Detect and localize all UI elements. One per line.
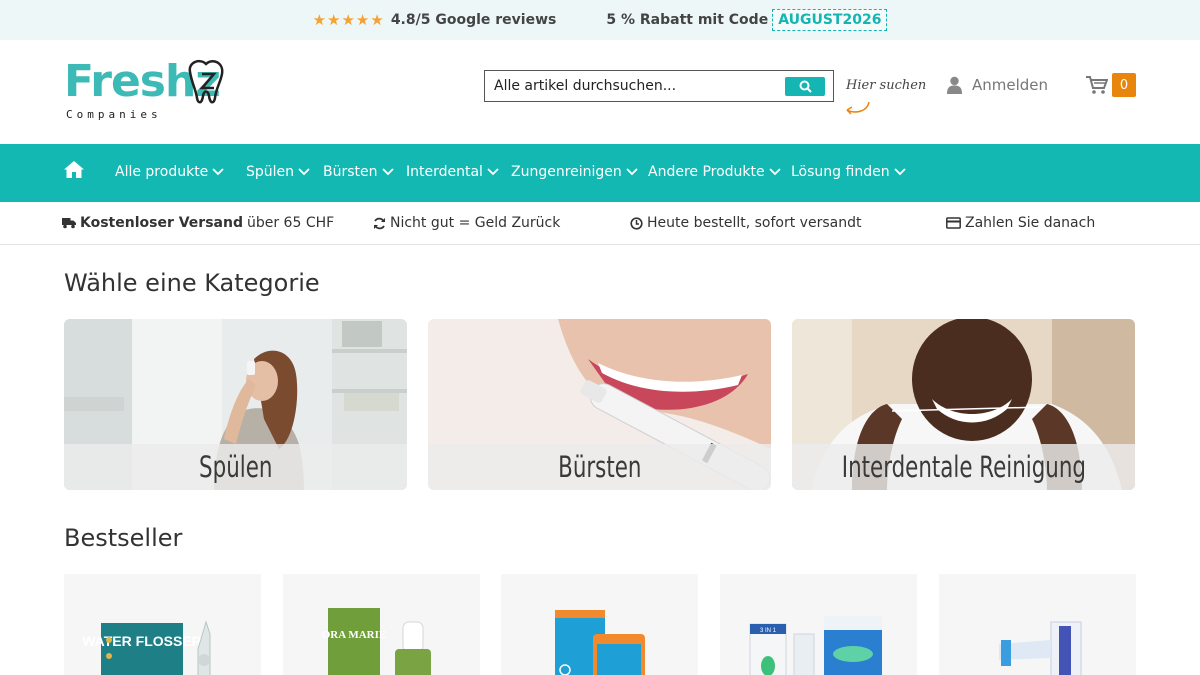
refund-text: Nicht gut = Geld Zurück	[390, 215, 561, 231]
site-header: Freshz Companies Hier suchen Anmelden	[0, 40, 1200, 144]
discount-text: 5 % Rabatt mit Code	[606, 12, 769, 28]
product-pack-text: 3 IN 1	[760, 628, 777, 634]
truck-icon	[62, 218, 76, 229]
refresh-icon	[374, 217, 385, 229]
logo-subtitle: Companies	[66, 108, 162, 121]
category-card-interdentale-reinigung[interactable]: Interdentale Reinigung	[792, 319, 1135, 490]
shipping-rest: über 65 CHF	[246, 215, 335, 231]
product-pack-text: WATER FLOSSER	[82, 633, 202, 649]
product-card-water-flosser[interactable]: WATER FLOSSER	[64, 574, 261, 675]
google-reviews-text[interactable]: 4.8/5 Google reviews	[391, 12, 557, 28]
search-hint: Hier suchen	[846, 78, 927, 93]
product-image: WATER FLOSSER	[82, 620, 211, 675]
product-image	[999, 621, 1082, 675]
chevron-down-icon	[626, 168, 638, 176]
bestseller-heading: Bestseller	[64, 524, 183, 552]
product-card-toothpaste[interactable]	[501, 574, 698, 675]
category-label: Bürsten	[557, 450, 642, 484]
category-card-buersten[interactable]: Bürsten	[428, 319, 771, 490]
product-pack-text: ORA MARIE	[322, 629, 386, 641]
nav-label: Alle produkte	[115, 164, 209, 180]
clock-icon	[630, 216, 643, 230]
category-label: Spülen	[198, 450, 273, 484]
user-icon	[947, 76, 962, 94]
cart-button[interactable]: 0	[1086, 73, 1136, 97]
promo-bar: ★★★★★ 4.8/5 Google reviews 5 % Rabatt mi…	[0, 0, 1200, 40]
chevron-down-icon	[487, 168, 499, 176]
tooth-logo-icon	[188, 60, 224, 104]
home-link[interactable]	[64, 161, 84, 182]
fast-shipping-text: Heute bestellt, sofort versandt	[647, 215, 862, 231]
category-label-band: Bürsten	[428, 444, 771, 490]
search-button[interactable]	[785, 77, 825, 96]
nav-item-alle-produkte[interactable]: Alle produkte	[115, 164, 224, 180]
nav-label: Spülen	[246, 164, 295, 180]
curved-arrow-icon	[846, 101, 870, 115]
usp-fast-shipping: Heute bestellt, sofort versandt	[630, 215, 861, 231]
freshz-logo[interactable]: Freshz Companies	[64, 58, 234, 128]
nav-label: Interdental	[406, 164, 483, 180]
usp-bar: Kostenloser Versand über 65 CHF Nicht gu…	[0, 202, 1200, 245]
chevron-down-icon	[212, 168, 224, 176]
product-card-ora-marie[interactable]: ORA MARIE	[283, 574, 480, 675]
nav-item-buersten[interactable]: Bürsten	[323, 164, 394, 180]
nav-label: Zungenreinigen	[511, 164, 622, 180]
chevron-down-icon	[769, 168, 781, 176]
shipping-bold: Kostenloser Versand	[80, 215, 243, 231]
nav-item-interdental[interactable]: Interdental	[406, 164, 499, 180]
credit-card-icon	[946, 217, 961, 229]
nav-label: Andere Produkte	[648, 164, 765, 180]
usp-free-shipping: Kostenloser Versand über 65 CHF	[62, 215, 334, 231]
category-label-band: Interdentale Reinigung	[792, 444, 1135, 490]
rating-stars: ★★★★★	[312, 11, 385, 29]
nav-item-andere-produkte[interactable]: Andere Produkte	[648, 164, 781, 180]
search-box	[484, 70, 834, 102]
search-icon	[799, 80, 812, 93]
product-card-brush-set[interactable]: 3 IN 1	[720, 574, 917, 675]
chevron-down-icon	[381, 168, 394, 176]
category-heading: Wähle eine Kategorie	[64, 269, 320, 297]
category-label: Interdentale Reinigung	[841, 450, 1086, 484]
pay-later-text: Zahlen Sie danach	[965, 215, 1096, 231]
cart-icon	[1086, 76, 1108, 94]
chevron-down-icon	[298, 168, 310, 176]
nav-label: Bürsten	[323, 164, 378, 180]
home-icon	[64, 161, 84, 178]
main-navigation: Alle produkte Spülen Bürsten Interdental…	[0, 144, 1200, 202]
nav-item-spuelen[interactable]: Spülen	[246, 164, 310, 180]
login-link[interactable]: Anmelden	[947, 76, 1048, 94]
product-image	[555, 610, 645, 675]
product-image: ORA MARIE	[322, 608, 431, 675]
login-label: Anmelden	[972, 76, 1049, 94]
chevron-down-icon	[893, 168, 906, 176]
search-input[interactable]	[485, 71, 775, 101]
nav-label: Lösung finden	[791, 164, 890, 180]
discount-code[interactable]: AUGUST2026	[772, 9, 888, 31]
product-card-blue-box[interactable]	[939, 574, 1136, 675]
category-label-band: Spülen	[64, 444, 407, 490]
product-image: 3 IN 1	[749, 616, 882, 675]
cart-count-badge: 0	[1112, 73, 1136, 97]
category-card-spuelen[interactable]: Spülen	[64, 319, 407, 490]
usp-refund: Nicht gut = Geld Zurück	[373, 215, 560, 231]
nav-item-loesung-finden[interactable]: Lösung finden	[791, 164, 906, 180]
nav-item-zungenreinigen[interactable]: Zungenreinigen	[511, 164, 638, 180]
usp-pay-later: Zahlen Sie danach	[946, 215, 1095, 231]
